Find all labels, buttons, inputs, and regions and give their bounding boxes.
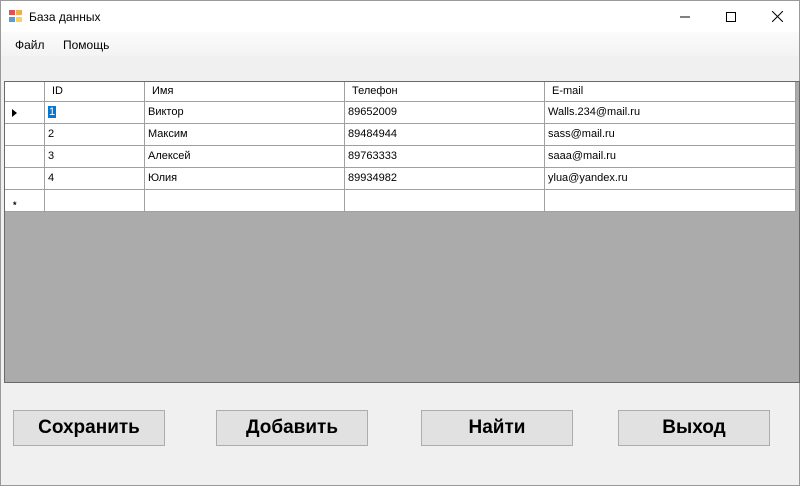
row-header[interactable] bbox=[5, 146, 45, 168]
menu-bar: Файл Помощь bbox=[1, 32, 799, 56]
cell-name[interactable]: Виктор bbox=[145, 102, 345, 124]
cell-email-new[interactable] bbox=[545, 190, 796, 212]
row-header[interactable]: * bbox=[5, 190, 45, 212]
find-button[interactable]: Найти bbox=[421, 410, 573, 446]
selected-cell-text: 1 bbox=[48, 106, 57, 118]
header-corner[interactable] bbox=[5, 82, 45, 102]
table-row[interactable]: 3 Алексей 89763333 saaa@mail.ru bbox=[5, 146, 799, 168]
cell-id[interactable]: 1 bbox=[45, 102, 145, 124]
exit-button[interactable]: Выход bbox=[618, 410, 770, 446]
menu-help[interactable]: Помощь bbox=[63, 38, 109, 52]
new-row[interactable]: * bbox=[5, 190, 799, 212]
minimize-icon bbox=[680, 16, 690, 17]
cell-email[interactable]: saaa@mail.ru bbox=[545, 146, 796, 168]
maximize-icon bbox=[726, 11, 736, 22]
row-header[interactable] bbox=[5, 124, 45, 146]
new-row-asterisk-icon: * bbox=[13, 200, 17, 210]
table-row[interactable]: 2 Максим 89484944 sass@mail.ru bbox=[5, 124, 799, 146]
cell-id[interactable]: 3 bbox=[45, 146, 145, 168]
cell-email[interactable]: sass@mail.ru bbox=[545, 124, 796, 146]
main-window: База данных Файл Помощь ID Имя Телефон E… bbox=[0, 0, 800, 486]
cell-phone[interactable]: 89763333 bbox=[345, 146, 545, 168]
cell-name[interactable]: Алексей bbox=[145, 146, 345, 168]
cell-id-new[interactable] bbox=[45, 190, 145, 212]
add-button[interactable]: Добавить bbox=[216, 410, 368, 446]
title-bar[interactable]: База данных bbox=[1, 1, 799, 32]
cell-email[interactable]: ylua@yandex.ru bbox=[545, 168, 796, 190]
cell-phone[interactable]: 89934982 bbox=[345, 168, 545, 190]
data-grid[interactable]: ID Имя Телефон E-mail 1 Виктор 89652009 … bbox=[4, 81, 800, 383]
app-icon bbox=[9, 10, 23, 23]
cell-name-new[interactable] bbox=[145, 190, 345, 212]
cell-phone[interactable]: 89484944 bbox=[345, 124, 545, 146]
current-row-arrow-icon bbox=[12, 109, 17, 117]
cell-id[interactable]: 4 bbox=[45, 168, 145, 190]
cell-name[interactable]: Максим bbox=[145, 124, 345, 146]
close-icon bbox=[771, 11, 783, 22]
cell-id[interactable]: 2 bbox=[45, 124, 145, 146]
table-header-row: ID Имя Телефон E-mail bbox=[5, 82, 799, 104]
table-row[interactable]: 1 Виктор 89652009 Walls.234@mail.ru bbox=[5, 102, 799, 124]
row-header[interactable] bbox=[5, 102, 45, 124]
column-header-name[interactable]: Имя bbox=[145, 82, 345, 102]
table-row[interactable]: 4 Юлия 89934982 ylua@yandex.ru bbox=[5, 168, 799, 190]
cell-name[interactable]: Юлия bbox=[145, 168, 345, 190]
column-header-email[interactable]: E-mail bbox=[545, 82, 796, 102]
menu-file[interactable]: Файл bbox=[15, 38, 45, 52]
column-header-id[interactable]: ID bbox=[45, 82, 145, 102]
cell-phone-new[interactable] bbox=[345, 190, 545, 212]
maximize-button[interactable] bbox=[708, 1, 754, 32]
cell-phone[interactable]: 89652009 bbox=[345, 102, 545, 124]
close-button[interactable] bbox=[754, 1, 800, 32]
cell-email[interactable]: Walls.234@mail.ru bbox=[545, 102, 796, 124]
window-title: База данных bbox=[29, 10, 101, 24]
column-header-phone[interactable]: Телефон bbox=[345, 82, 545, 102]
row-header[interactable] bbox=[5, 168, 45, 190]
minimize-button[interactable] bbox=[662, 1, 708, 32]
save-button[interactable]: Сохранить bbox=[13, 410, 165, 446]
